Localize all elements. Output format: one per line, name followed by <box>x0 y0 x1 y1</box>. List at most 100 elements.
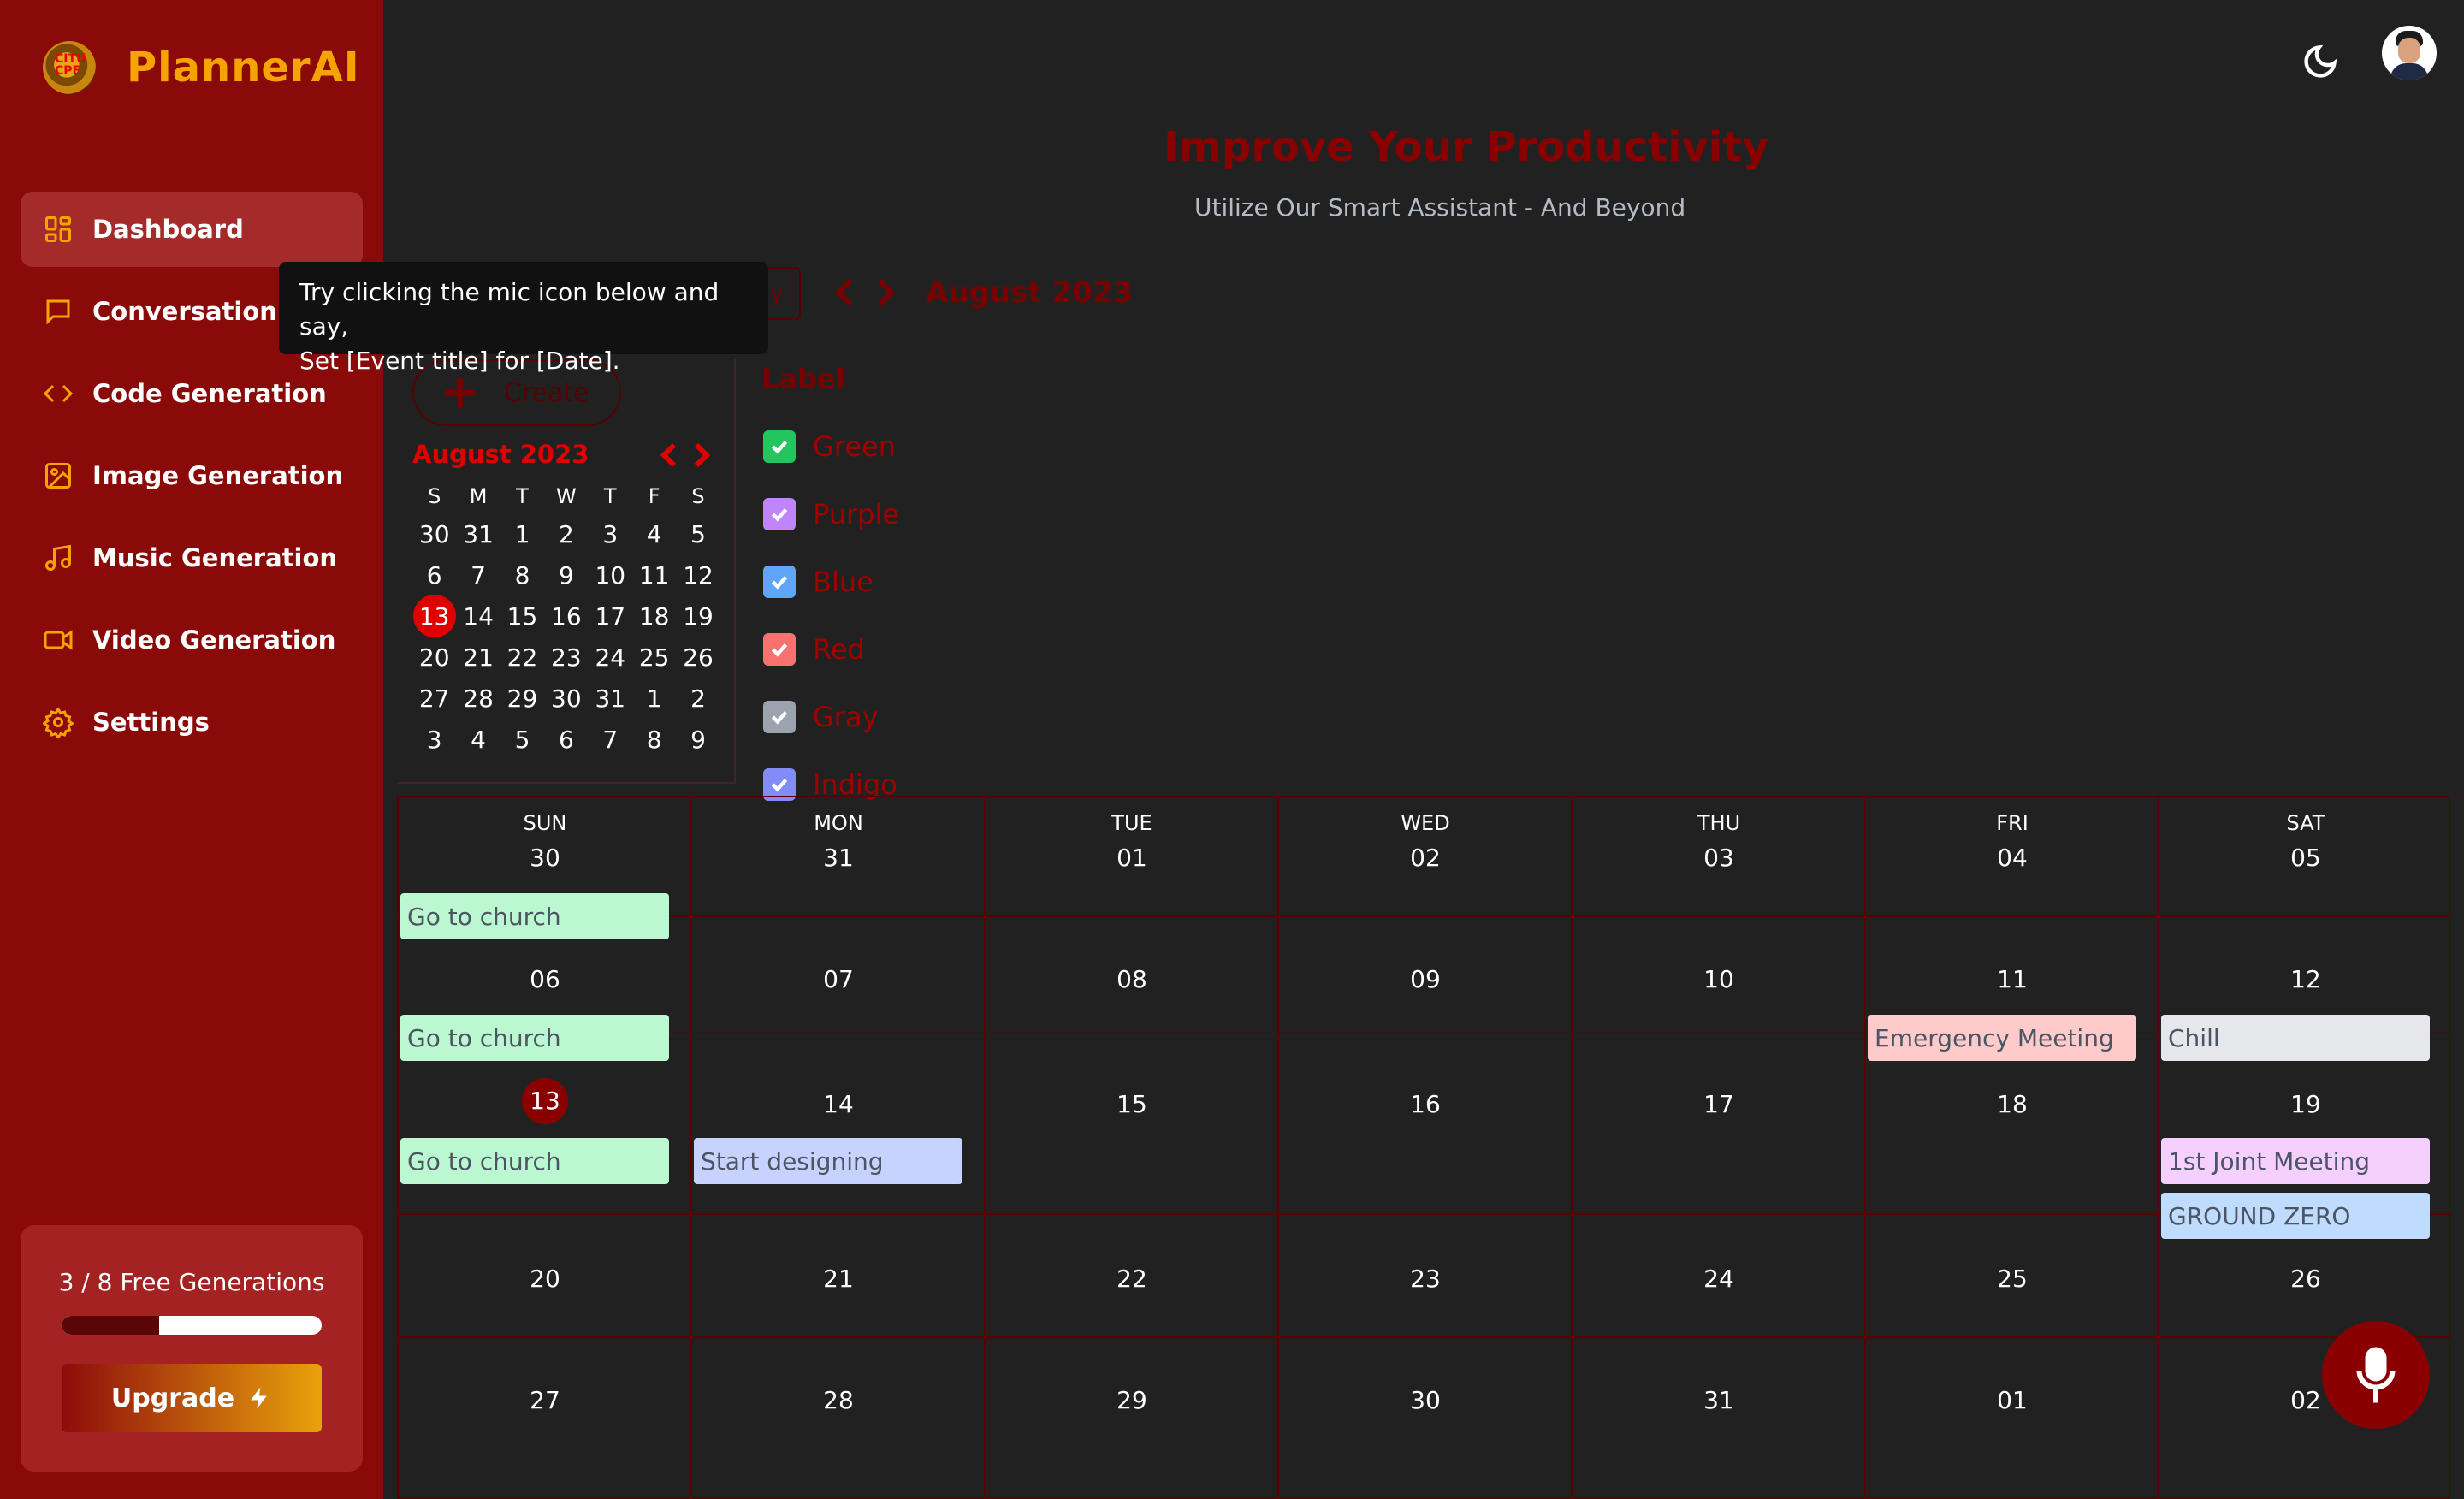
mic-button[interactable] <box>2322 1321 2430 1429</box>
event-chip[interactable]: 1st Joint Meeting <box>2161 1138 2430 1184</box>
day-number[interactable]: 21 <box>692 1265 985 1293</box>
day-number[interactable]: 08 <box>986 965 1278 993</box>
mini-day[interactable]: 14 <box>456 595 500 637</box>
brand[interactable]: CITU CPE PlannerAI <box>43 41 360 94</box>
day-number[interactable]: 02 <box>1279 844 1572 872</box>
day-number[interactable]: 31 <box>692 844 985 872</box>
event-chip[interactable]: Go to church <box>400 1015 669 1061</box>
day-number[interactable]: 05 <box>2159 844 2452 872</box>
mini-prev-month-button[interactable] <box>659 441 679 472</box>
mini-day[interactable]: 4 <box>456 719 500 760</box>
label-checkbox[interactable] <box>763 498 796 530</box>
mini-day[interactable]: 15 <box>500 595 544 637</box>
mini-day[interactable]: 3 <box>589 513 632 554</box>
day-number[interactable]: 17 <box>1573 1090 1865 1118</box>
day-number[interactable]: 20 <box>399 1265 691 1293</box>
day-number[interactable]: 25 <box>1866 1265 2159 1293</box>
day-number[interactable]: 26 <box>2159 1265 2452 1293</box>
day-number[interactable]: 15 <box>986 1090 1278 1118</box>
mini-day[interactable]: 16 <box>544 595 588 637</box>
mini-day[interactable]: 12 <box>676 554 720 595</box>
prev-month-button[interactable] <box>832 276 859 313</box>
mini-day[interactable]: 1 <box>632 678 676 719</box>
event-chip[interactable]: Chill <box>2161 1015 2430 1061</box>
event-chip[interactable]: Go to church <box>400 893 669 939</box>
mini-day[interactable]: 4 <box>632 513 676 554</box>
label-red[interactable]: Red <box>763 632 865 667</box>
event-chip[interactable]: GROUND ZERO <box>2161 1193 2430 1239</box>
day-number[interactable]: 09 <box>1279 965 1572 993</box>
mini-day[interactable]: 7 <box>456 554 500 595</box>
day-number[interactable]: 06 <box>399 965 691 993</box>
day-number[interactable]: 14 <box>692 1090 985 1118</box>
mini-day-today[interactable]: 13 <box>412 595 456 637</box>
mini-day[interactable]: 9 <box>676 719 720 760</box>
mini-day[interactable]: 8 <box>500 554 544 595</box>
mini-day[interactable]: 11 <box>632 554 676 595</box>
day-number[interactable]: 01 <box>986 844 1278 872</box>
mini-day[interactable]: 22 <box>500 637 544 678</box>
day-number[interactable]: 24 <box>1573 1265 1865 1293</box>
mini-day[interactable]: 2 <box>544 513 588 554</box>
day-number[interactable]: 30 <box>399 844 691 872</box>
mini-day[interactable]: 19 <box>676 595 720 637</box>
mini-next-month-button[interactable] <box>691 441 712 472</box>
sidebar-item-music-generation[interactable]: Music Generation <box>21 520 363 595</box>
day-number[interactable]: 31 <box>1573 1386 1865 1414</box>
sidebar-item-settings[interactable]: Settings <box>21 684 363 760</box>
mini-day[interactable]: 30 <box>412 513 456 554</box>
mini-day[interactable]: 25 <box>632 637 676 678</box>
event-chip[interactable]: Emergency Meeting <box>1868 1015 2136 1061</box>
mini-day[interactable]: 17 <box>589 595 632 637</box>
label-green[interactable]: Green <box>763 430 896 464</box>
day-number[interactable]: 19 <box>2159 1090 2452 1118</box>
next-month-button[interactable] <box>871 276 898 313</box>
mini-day[interactable]: 27 <box>412 678 456 719</box>
day-number[interactable]: 01 <box>1866 1386 2159 1414</box>
mini-day[interactable]: 6 <box>544 719 588 760</box>
day-number[interactable]: 28 <box>692 1386 985 1414</box>
mini-day[interactable]: 7 <box>589 719 632 760</box>
mini-day[interactable]: 5 <box>500 719 544 760</box>
day-number[interactable]: 18 <box>1866 1090 2159 1118</box>
day-number[interactable]: 07 <box>692 965 985 993</box>
day-number[interactable]: 30 <box>1279 1386 1572 1414</box>
avatar[interactable] <box>2382 26 2437 80</box>
mini-day[interactable]: 6 <box>412 554 456 595</box>
mini-day[interactable]: 24 <box>589 637 632 678</box>
day-number[interactable]: 27 <box>399 1386 691 1414</box>
mini-day[interactable]: 1 <box>500 513 544 554</box>
mini-day[interactable]: 26 <box>676 637 720 678</box>
mini-day[interactable]: 28 <box>456 678 500 719</box>
mini-day[interactable]: 5 <box>676 513 720 554</box>
day-number[interactable]: 29 <box>986 1386 1278 1414</box>
event-chip[interactable]: Start designing <box>694 1138 962 1184</box>
day-number[interactable]: 22 <box>986 1265 1278 1293</box>
label-checkbox[interactable] <box>763 633 796 666</box>
day-number[interactable]: 03 <box>1573 844 1865 872</box>
label-gray[interactable]: Gray <box>763 700 879 734</box>
label-checkbox[interactable] <box>763 566 796 598</box>
mini-day[interactable]: 21 <box>456 637 500 678</box>
day-number[interactable]: 04 <box>1866 844 2159 872</box>
mini-day[interactable]: 31 <box>456 513 500 554</box>
sidebar-item-image-generation[interactable]: Image Generation <box>21 438 363 513</box>
label-checkbox[interactable] <box>763 701 796 733</box>
mini-day[interactable]: 23 <box>544 637 588 678</box>
day-number[interactable]: 12 <box>2159 965 2452 993</box>
label-blue[interactable]: Blue <box>763 565 874 599</box>
sidebar-item-video-generation[interactable]: Video Generation <box>21 602 363 678</box>
dark-mode-toggle[interactable] <box>2301 43 2339 80</box>
sidebar-item-dashboard[interactable]: Dashboard <box>21 192 363 267</box>
mini-day[interactable]: 30 <box>544 678 588 719</box>
mini-day[interactable]: 31 <box>589 678 632 719</box>
day-number-today[interactable]: 13 <box>399 1078 691 1124</box>
event-chip[interactable]: Go to church <box>400 1138 669 1184</box>
mini-day[interactable]: 8 <box>632 719 676 760</box>
mini-day[interactable]: 18 <box>632 595 676 637</box>
day-number[interactable]: 23 <box>1279 1265 1572 1293</box>
mini-day[interactable]: 10 <box>589 554 632 595</box>
mini-day[interactable]: 20 <box>412 637 456 678</box>
label-checkbox[interactable] <box>763 430 796 463</box>
day-number[interactable]: 16 <box>1279 1090 1572 1118</box>
